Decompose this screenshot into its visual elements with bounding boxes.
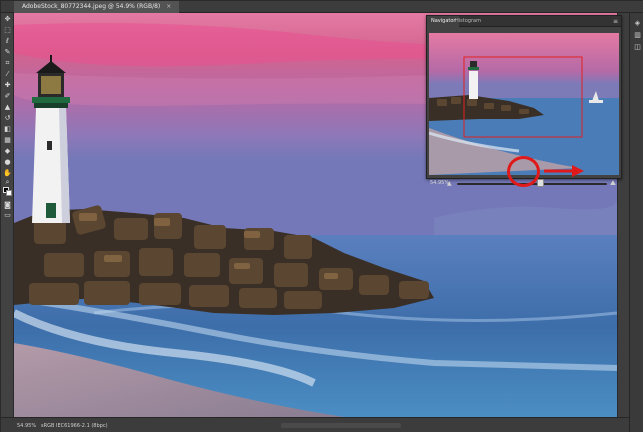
crop-tool-icon[interactable]: ⌗ <box>3 59 12 68</box>
close-icon[interactable]: × <box>166 3 171 10</box>
status-document-info[interactable]: sRGB IEC61966-2.1 (8bpc) <box>41 418 108 432</box>
annotation-circle <box>507 156 540 187</box>
gradient-tool-icon[interactable]: ▦ <box>3 136 12 145</box>
annotation-arrow <box>544 165 584 177</box>
move-tool-icon[interactable]: ✥ <box>3 15 12 24</box>
clone-stamp-icon[interactable]: ▲ <box>3 103 12 112</box>
blur-tool-icon[interactable]: ◆ <box>3 147 12 156</box>
zoom-slider-handle[interactable] <box>537 179 544 187</box>
document-tab-title: AdobeStock_80772344.jpeg @ 54.9% (RGB/8) <box>22 3 161 10</box>
status-zoom[interactable]: 54.95% <box>17 418 36 432</box>
navigator-panel-icon[interactable]: ◈ <box>633 19 642 28</box>
status-bar: 54.95% sRGB IEC61966-2.1 (8bpc) <box>1 417 629 432</box>
dodge-tool-icon[interactable]: ● <box>3 158 12 167</box>
panel-menu-icon[interactable]: ≡ <box>613 16 618 27</box>
background-color-swatch[interactable] <box>6 190 12 196</box>
right-dock: ◈ ▥ ◫ <box>629 13 643 432</box>
document-tab[interactable]: AdobeStock_80772344.jpeg @ 54.9% (RGB/8)… <box>14 1 180 13</box>
quick-select-tool-icon[interactable]: ✎ <box>3 48 12 57</box>
history-brush-icon[interactable]: ↺ <box>3 114 12 123</box>
zoom-in-mountain-icon[interactable]: ⛰ <box>610 179 616 188</box>
hand-tool-icon[interactable]: ✋ <box>3 169 12 178</box>
marquee-tool-icon[interactable]: ⬚ <box>3 26 12 35</box>
healing-brush-icon[interactable]: ✚ <box>3 81 12 90</box>
document-tab-bar: AdobeStock_80772344.jpeg @ 54.9% (RGB/8)… <box>1 1 643 13</box>
quick-mask-icon[interactable]: ◙ <box>3 201 12 210</box>
eyedropper-tool-icon[interactable]: ⁄ <box>3 70 12 79</box>
navigator-thumbnail[interactable] <box>429 33 619 175</box>
screen-mode-icon[interactable]: ▭ <box>3 211 12 220</box>
brush-tool-icon[interactable]: ✐ <box>3 92 12 101</box>
navigator-preview-image <box>429 33 619 175</box>
histogram-panel-icon[interactable]: ▥ <box>633 31 642 40</box>
navigator-panel: Navigator Histogram ≡ 54.95% ▲ ⛰ <box>426 15 622 187</box>
layers-panel-icon[interactable]: ◫ <box>633 43 642 52</box>
photoshop-window: AdobeStock_80772344.jpeg @ 54.9% (RGB/8)… <box>0 0 643 432</box>
zoom-out-mountain-icon[interactable]: ▲ <box>447 180 452 187</box>
lasso-tool-icon[interactable]: ℓ <box>3 37 12 46</box>
eraser-tool-icon[interactable]: ◧ <box>3 125 12 134</box>
zoom-tool-icon[interactable]: ⌕ <box>3 178 12 187</box>
navigator-panel-header: Navigator Histogram ≡ <box>427 16 621 27</box>
tools-panel: ✥ ⬚ ℓ ✎ ⌗ ⁄ ✚ ✐ ▲ ↺ ◧ ▦ ◆ ● ✋ ⌕ ◙ ▭ <box>1 13 14 421</box>
tab-histogram[interactable]: Histogram <box>451 16 485 27</box>
horizontal-scrollbar[interactable] <box>281 423 401 428</box>
